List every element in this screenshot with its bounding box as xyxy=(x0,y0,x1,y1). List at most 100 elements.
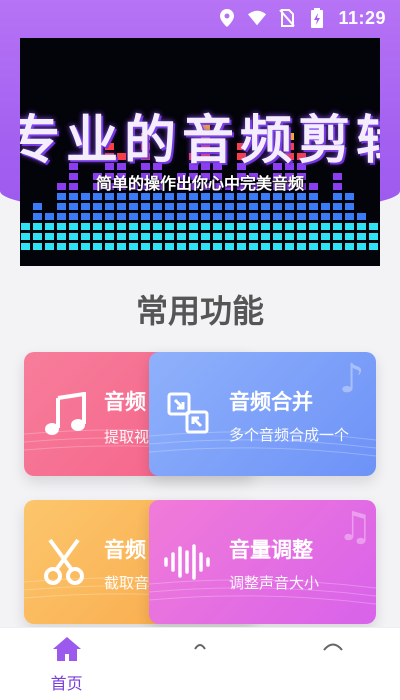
nav-tab-3[interactable] xyxy=(267,628,400,700)
eq-bar-segment xyxy=(21,243,30,250)
eq-bar-segment xyxy=(261,213,270,220)
eq-bar-segment xyxy=(57,223,66,230)
eq-bar-segment xyxy=(285,243,294,250)
status-time: 11:29 xyxy=(338,7,386,28)
eq-bar-segment xyxy=(357,243,366,250)
eq-bar-segment xyxy=(213,193,222,200)
eq-bar-segment xyxy=(297,223,306,230)
eq-bar-segment xyxy=(201,213,210,220)
eq-bar-segment xyxy=(249,203,258,210)
eq-bar-segment xyxy=(129,213,138,220)
volume-adjust-card[interactable]: ♫ 音量调整 调整声音大小 xyxy=(149,500,376,624)
nav-tab-2[interactable] xyxy=(133,628,266,700)
nav-home[interactable]: 首页 xyxy=(0,628,133,700)
eq-bar-segment xyxy=(333,233,342,240)
eq-bar-segment xyxy=(261,233,270,240)
eq-bar-segment xyxy=(309,233,318,240)
eq-bar-segment xyxy=(129,203,138,210)
eq-bar-segment xyxy=(117,193,126,200)
music-note-icon xyxy=(42,391,88,442)
eq-bar-segment xyxy=(189,203,198,210)
eq-bar-segment xyxy=(177,233,186,240)
eq-bar-segment xyxy=(357,223,366,230)
eq-bar-segment xyxy=(105,223,114,230)
eq-bar-segment xyxy=(141,223,150,230)
eq-bar-segment xyxy=(285,223,294,230)
eq-bar-segment xyxy=(237,243,246,250)
tab3-icon xyxy=(318,636,348,655)
eq-bar-segment xyxy=(189,243,198,250)
card-title: 音频 xyxy=(104,390,146,414)
eq-bar-segment xyxy=(93,193,102,200)
eq-bar-segment xyxy=(333,213,342,220)
eq-bar-segment xyxy=(129,243,138,250)
eq-bar-segment xyxy=(177,223,186,230)
eq-bar-segment xyxy=(345,223,354,230)
eq-bar-segment xyxy=(141,213,150,220)
eq-bar-segment xyxy=(237,203,246,210)
eq-bar-segment xyxy=(297,193,306,200)
eq-bar-segment xyxy=(261,243,270,250)
eq-bar-segment xyxy=(81,213,90,220)
eq-bar-segment xyxy=(129,193,138,200)
eq-bar-segment xyxy=(177,193,186,200)
eq-bar-segment xyxy=(321,223,330,230)
banner-subtitle: 简单的操作出你心中完美音频 xyxy=(95,174,304,193)
card-desc: 多个音频合成一个 xyxy=(229,426,350,444)
eq-bar-segment xyxy=(213,243,222,250)
eq-bar-segment xyxy=(81,233,90,240)
eq-bar-segment xyxy=(177,243,186,250)
music-note-decoration: ♪ xyxy=(339,356,365,402)
eq-bar-segment xyxy=(213,203,222,210)
location-icon xyxy=(218,9,236,27)
eq-bar-segment xyxy=(165,193,174,200)
eq-bar-segment xyxy=(285,213,294,220)
eq-bar-segment xyxy=(345,203,354,210)
bottom-nav: 首页 xyxy=(0,627,400,700)
eq-bar-segment xyxy=(249,213,258,220)
card-desc: 提取视 xyxy=(104,428,150,446)
eq-bar-segment xyxy=(297,233,306,240)
eq-bar-segment xyxy=(333,223,342,230)
eq-bar-segment xyxy=(165,203,174,210)
eq-bar-segment xyxy=(237,233,246,240)
eq-bar-segment xyxy=(57,203,66,210)
eq-bar-segment xyxy=(165,243,174,250)
eq-bar-segment xyxy=(189,193,198,200)
eq-bar-segment xyxy=(321,203,330,210)
eq-bar-segment xyxy=(345,233,354,240)
eq-bar-segment xyxy=(93,213,102,220)
eq-bar-segment xyxy=(153,193,162,200)
eq-bar-segment xyxy=(93,203,102,210)
eq-bar-segment xyxy=(309,223,318,230)
eq-bar-segment xyxy=(105,193,114,200)
eq-bar-segment xyxy=(201,243,210,250)
card-title: 音量调整 xyxy=(229,538,313,562)
eq-bar-segment xyxy=(249,233,258,240)
eq-bar-segment xyxy=(45,213,54,220)
banner-carousel[interactable]: 专业的音频剪辑 简单的操作出你心中完美音频 xyxy=(20,38,380,266)
eq-bar-segment xyxy=(117,213,126,220)
eq-bar-segment xyxy=(297,213,306,220)
eq-bar-segment xyxy=(273,243,282,250)
merge-icon xyxy=(167,392,209,438)
eq-bar-segment xyxy=(165,213,174,220)
eq-bar-segment xyxy=(93,233,102,240)
audio-merge-card[interactable]: ♪ 音频合并 多个音频合成一个 xyxy=(149,352,376,476)
eq-bar-segment xyxy=(369,223,378,230)
eq-bar-segment xyxy=(357,233,366,240)
eq-bar-segment xyxy=(69,193,78,200)
eq-bar-segment xyxy=(261,223,270,230)
eq-bar-segment xyxy=(21,223,30,230)
music-note-decoration: ♫ xyxy=(337,504,373,550)
card-title: 音频合并 xyxy=(229,390,313,414)
section-title: 常用功能 xyxy=(135,292,264,330)
eq-bar-segment xyxy=(273,233,282,240)
eq-bar-segment xyxy=(129,223,138,230)
eq-bar-segment xyxy=(141,233,150,240)
eq-bar-segment xyxy=(81,243,90,250)
eq-bar-segment xyxy=(129,233,138,240)
eq-bar-segment xyxy=(309,193,318,200)
eq-bar-segment xyxy=(165,223,174,230)
eq-bar-segment xyxy=(201,193,210,200)
